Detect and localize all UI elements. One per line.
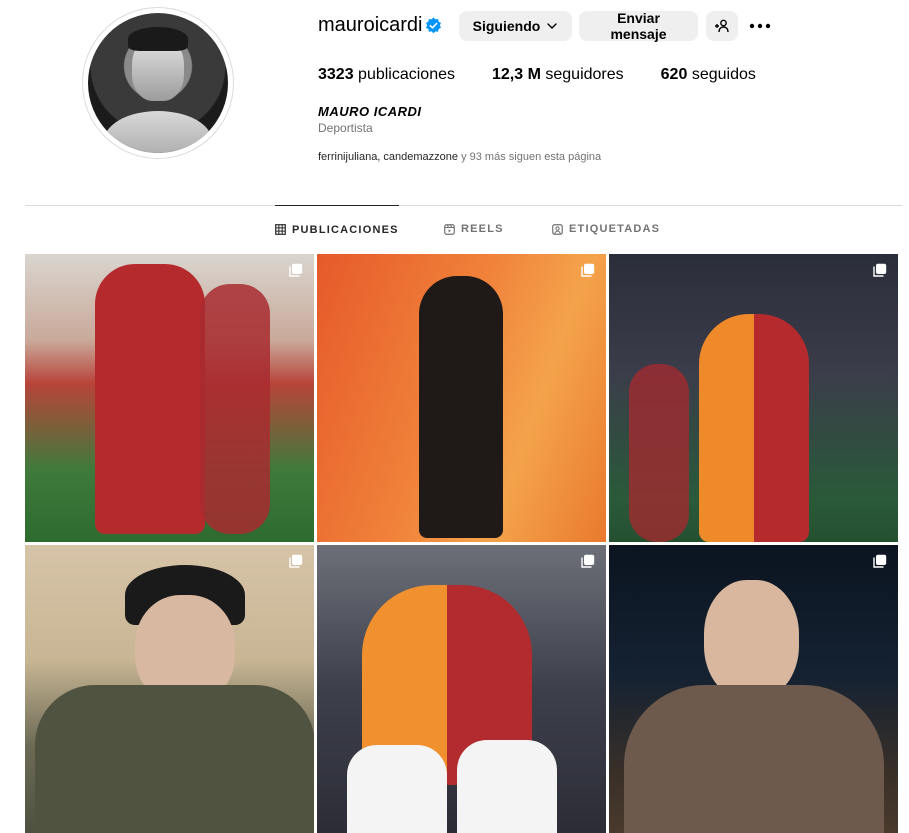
carousel-icon [289, 554, 303, 568]
followed-by-names: ferrinijuliana, candemazzone [318, 151, 459, 163]
post-tile[interactable] [609, 254, 898, 542]
avatar[interactable] [88, 13, 228, 153]
post-image [629, 364, 689, 542]
tab-posts-label: PUBLICACIONES [292, 223, 399, 236]
more-horizontal-icon [749, 23, 771, 29]
posts-count: 3323 [318, 66, 354, 83]
profile-full-name: MAURO ICARDI [318, 104, 422, 119]
post-tile[interactable] [317, 254, 606, 542]
post-image [200, 284, 270, 534]
followed-by-rest: y 93 más siguen esta página [458, 151, 602, 163]
post-tile[interactable] [317, 545, 606, 833]
tab-posts[interactable]: PUBLICACIONES [275, 205, 399, 253]
suggested-users-button[interactable] [706, 11, 738, 41]
stat-following[interactable]: 620 seguidos [661, 66, 756, 84]
followers-label: seguidores [545, 66, 624, 83]
following-count: 620 [660, 66, 688, 83]
posts-grid [25, 254, 902, 833]
post-image [347, 745, 447, 833]
followed-by-text[interactable]: ferrinijuliana, candemazzone y 93 más si… [318, 151, 601, 163]
tab-tagged-label: ETIQUETADAS [569, 223, 661, 235]
send-message-button[interactable]: Enviar mensaje [579, 10, 698, 42]
following-button[interactable]: Siguiendo [459, 11, 572, 41]
add-person-icon [715, 19, 729, 33]
post-image [95, 264, 205, 534]
stat-posts: 3323 publicaciones [318, 66, 455, 84]
tab-reels[interactable]: REELS [444, 205, 504, 253]
tagged-icon [552, 223, 563, 235]
tab-reels-label: REELS [461, 223, 504, 235]
post-tile[interactable] [25, 254, 314, 542]
post-image [419, 276, 503, 538]
post-image [457, 740, 557, 833]
stat-followers[interactable]: 12,3 M seguidores [492, 66, 624, 84]
post-tile[interactable] [25, 545, 314, 833]
profile-category: Deportista [318, 121, 373, 135]
profile-avatar-ring[interactable] [82, 7, 234, 159]
carousel-icon [873, 554, 887, 568]
reels-icon [444, 223, 455, 235]
following-label: seguidos [691, 66, 756, 83]
tab-tagged[interactable]: ETIQUETADAS [552, 205, 660, 253]
carousel-icon [581, 263, 595, 277]
profile-username: mauroicardi [318, 14, 423, 36]
post-image [624, 685, 884, 833]
profile-tabs: PUBLICACIONES REELS ETIQUETADAS [0, 205, 909, 253]
following-button-label: Siguiendo [472, 18, 541, 34]
post-image [35, 685, 314, 833]
avatar-hair [128, 27, 188, 51]
profile-stats: 3323 publicaciones 12,3 M seguidores 620… [318, 66, 793, 84]
post-image [699, 314, 809, 542]
post-tile[interactable] [609, 545, 898, 833]
grid-icon [275, 224, 286, 235]
carousel-icon [873, 263, 887, 277]
carousel-icon [289, 263, 303, 277]
verified-badge-icon [426, 17, 441, 34]
posts-label: publicaciones [358, 66, 455, 83]
chevron-down-icon [547, 23, 558, 29]
followers-count: 12,3 M [492, 66, 541, 83]
avatar-shirt [104, 111, 212, 153]
more-options-button[interactable] [747, 13, 773, 39]
send-message-label: Enviar mensaje [610, 10, 667, 42]
carousel-icon [581, 554, 595, 568]
post-image [704, 580, 799, 700]
